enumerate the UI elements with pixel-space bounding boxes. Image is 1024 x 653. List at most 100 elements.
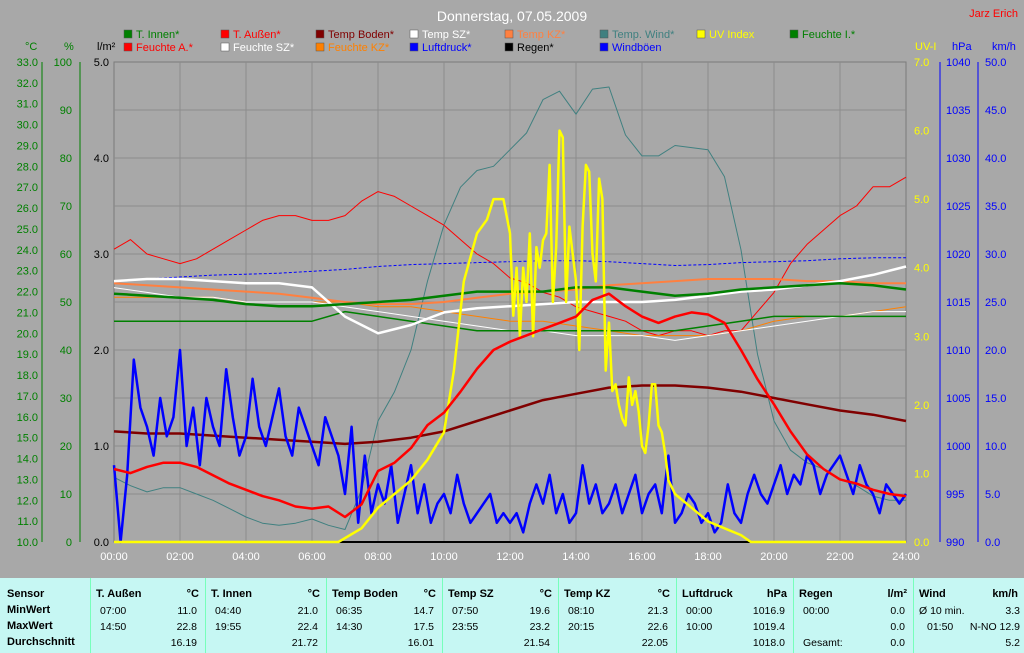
tick-label-pressure: 1035 [946, 105, 970, 117]
stats-wind-max-time: 01:50 [927, 621, 954, 633]
legend-swatch [220, 42, 230, 52]
tick-label-humidity: 90 [60, 105, 72, 117]
tick-label-temp: 30.0 [17, 120, 38, 132]
avg-label: Durchschnitt [7, 636, 75, 648]
tick-label-temp: 20.0 [17, 328, 38, 340]
stats-avg-value: 16.01 [407, 637, 434, 649]
stats-avg-value: 5.2 [1005, 637, 1020, 649]
stats-unit: hPa [766, 588, 787, 600]
tick-label-uv: 0.0 [914, 537, 929, 549]
legend-swatch [220, 29, 230, 39]
tick-label-pressure: 990 [946, 537, 964, 549]
legend-swatch [315, 42, 325, 52]
stats-min-value: 21.0 [297, 605, 318, 617]
tick-label-temp: 22.0 [17, 287, 38, 299]
legend-label: Temp. Wind* [612, 29, 675, 41]
stats-max-value: 22.8 [176, 621, 197, 633]
tick-label-temp: 19.0 [17, 349, 38, 361]
tick-label-wind: 40.0 [985, 153, 1006, 165]
legend-label: Feuchte A.* [136, 42, 194, 54]
stats-min-value: 14.7 [413, 605, 434, 617]
stats-max-value: 1019.4 [752, 621, 785, 633]
tick-label-wind: 10.0 [985, 441, 1006, 453]
max-label: MaxWert [7, 620, 53, 632]
stats-title: Luftdruck [682, 588, 733, 600]
stats-min-value: 0.0 [890, 605, 905, 617]
stats-avg-value: 1018.0 [752, 637, 785, 649]
tick-label-uv: 3.0 [914, 331, 929, 343]
legend-label: Feuchte KZ* [328, 42, 390, 54]
tick-label-pressure: 1025 [946, 201, 970, 213]
tick-label-rain: 4.0 [94, 153, 109, 165]
legend-swatch [504, 29, 514, 39]
tick-label-pressure: 1020 [946, 249, 970, 261]
stats-max-time: 14:30 [336, 621, 363, 633]
x-tick-label: 08:00 [364, 551, 392, 563]
x-tick-label: 04:00 [232, 551, 260, 563]
stats-block-t-innen: T. Innen °C 04:40 21.0 19:55 22.4 21.72 [205, 578, 327, 653]
stats-title: T. Außen [96, 588, 142, 600]
tick-label-temp: 24.0 [17, 245, 38, 257]
stats-block-temp-sz: Temp SZ °C 07:50 19.6 23:55 23.2 21.54 [442, 578, 559, 653]
stats-max-time: 23:55 [452, 621, 479, 633]
tick-label-humidity: 50 [60, 297, 72, 309]
tick-label-temp: 31.0 [17, 99, 38, 111]
tick-label-pressure: 1010 [946, 345, 970, 357]
tick-label-wind: 15.0 [985, 393, 1006, 405]
tick-label-wind: 50.0 [985, 57, 1006, 69]
x-tick-label: 24:00 [892, 551, 920, 563]
legend-swatch [599, 29, 609, 39]
tick-label-temp: 25.0 [17, 224, 38, 236]
tick-label-wind: 20.0 [985, 345, 1006, 357]
stats-avg-value: 22.05 [641, 637, 668, 649]
stats-unit: km/h [992, 588, 1018, 600]
tick-label-humidity: 0 [66, 537, 72, 549]
tick-label-humidity: 70 [60, 201, 72, 213]
stats-avg-value: 16.19 [170, 637, 197, 649]
stats-unit: °C [657, 588, 670, 600]
tick-label-temp: 16.0 [17, 412, 38, 424]
x-tick-label: 12:00 [496, 551, 524, 563]
stats-avg-value: 21.72 [291, 637, 318, 649]
stats-block-t-aussen: T. Außen °C 07:00 11.0 14:50 22.8 16.19 [90, 578, 206, 653]
tick-label-pressure: 1005 [946, 393, 970, 405]
stats-min-time: 04:40 [215, 605, 242, 617]
stats-min-value: 19.6 [529, 605, 550, 617]
tick-label-pressure: 1015 [946, 297, 970, 309]
stats-max-value: 23.2 [529, 621, 550, 633]
legend-label: Feuchte SZ* [233, 42, 295, 54]
tick-label-wind: 5.0 [985, 489, 1000, 501]
tick-label-wind: 0.0 [985, 537, 1000, 549]
tick-label-temp: 21.0 [17, 307, 38, 319]
legend-label: Regen* [517, 42, 554, 54]
stats-block-temp-boden: Temp Boden °C 06:35 14.7 14:30 17.5 16.01 [326, 578, 443, 653]
legend-swatch [123, 42, 133, 52]
tick-label-rain: 3.0 [94, 249, 109, 261]
legend-label: Temp Boden* [328, 29, 395, 41]
stats-min-value: 21.3 [647, 605, 668, 617]
tick-label-temp: 15.0 [17, 433, 38, 445]
axis-label-wind: km/h [992, 41, 1016, 53]
statistics-panel: Sensor MinWert MaxWert Durchschnitt T. A… [0, 578, 1024, 653]
stats-block-regen: Regen l/m² 00:00 0.0 0.0 Gesamt: 0.0 [793, 578, 914, 653]
legend-label: Feuchte I.* [802, 29, 856, 41]
tick-label-temp: 12.0 [17, 495, 38, 507]
tick-label-humidity: 10 [60, 489, 72, 501]
stats-max-value: 22.4 [297, 621, 318, 633]
tick-label-humidity: 40 [60, 345, 72, 357]
legend-swatch [789, 29, 799, 39]
legend-label: T. Außen* [233, 29, 281, 41]
tick-label-temp: 13.0 [17, 474, 38, 486]
stats-unit: °C [423, 588, 436, 600]
stats-block-wind: Wind km/h Ø 10 min. 3.3 01:50 N-NO 12.9 5.2 [913, 578, 1024, 653]
stats-title: Temp Boden [332, 588, 398, 600]
tick-label-temp: 11.0 [17, 516, 38, 528]
tick-label-temp: 32.0 [17, 78, 38, 90]
stats-unit: °C [539, 588, 552, 600]
tick-label-rain: 1.0 [94, 441, 109, 453]
legend-label: Windböen [612, 42, 662, 54]
tick-label-pressure: 995 [946, 489, 964, 501]
sensor-label: Sensor [7, 588, 45, 600]
axis-label-temp: °C [25, 41, 37, 53]
tick-label-pressure: 1030 [946, 153, 970, 165]
